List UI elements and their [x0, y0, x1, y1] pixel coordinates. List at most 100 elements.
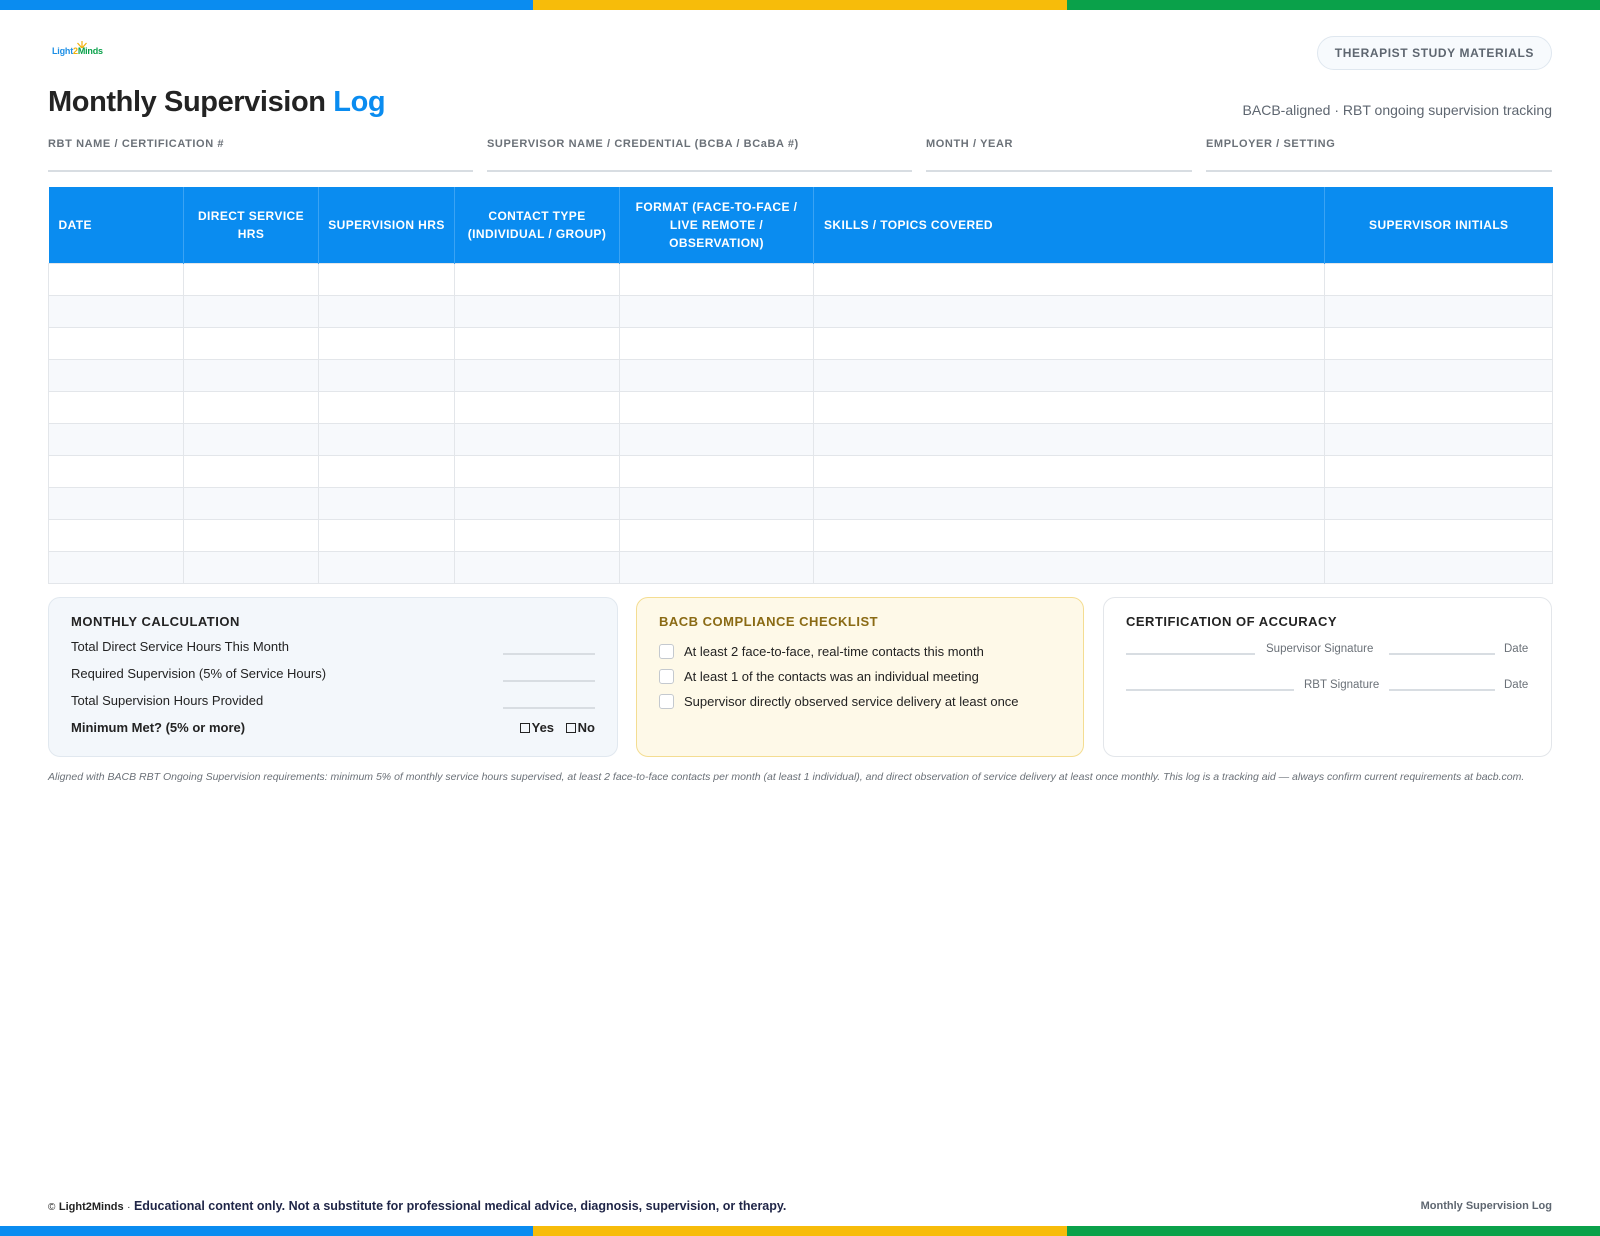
table-cell[interactable]	[1324, 454, 1553, 488]
supervisor-name-field[interactable]: SUPERVISOR NAME / CREDENTIAL (BCBA / BCa…	[487, 138, 912, 172]
table-cell[interactable]	[318, 486, 455, 520]
table-cell[interactable]	[48, 390, 184, 424]
calc-entry-line[interactable]	[503, 707, 595, 709]
table-cell[interactable]	[1324, 518, 1553, 552]
table-cell[interactable]	[48, 422, 184, 456]
checklist-item[interactable]: At least 1 of the contacts was an indivi…	[659, 664, 1061, 689]
table-cell[interactable]	[318, 326, 455, 360]
month-year-label: MONTH / YEAR	[926, 138, 1014, 150]
yes-option[interactable]: Yes	[519, 720, 554, 735]
supervisor-signature-line[interactable]	[1126, 653, 1255, 655]
table-cell[interactable]	[1324, 326, 1553, 360]
calc-entry-line[interactable]	[503, 653, 595, 655]
table-cell[interactable]	[183, 358, 319, 392]
calc-row-direct-service-total: Total Direct Service Hours This Month	[71, 639, 595, 666]
table-cell[interactable]	[1324, 294, 1553, 328]
table-cell[interactable]	[183, 262, 319, 296]
table-cell[interactable]	[454, 422, 620, 456]
table-cell[interactable]	[813, 518, 1325, 552]
checklist-item[interactable]: At least 2 face-to-face, real-time conta…	[659, 639, 1061, 664]
table-cell[interactable]	[48, 486, 184, 520]
yes-checkbox[interactable]	[519, 723, 530, 733]
table-cell[interactable]	[1324, 422, 1553, 456]
table-cell[interactable]	[813, 550, 1325, 584]
table-cell[interactable]	[183, 390, 319, 424]
rbt-date-line[interactable]	[1389, 689, 1495, 691]
table-cell[interactable]	[454, 454, 620, 488]
table-cell[interactable]	[454, 358, 620, 392]
table-cell[interactable]	[454, 390, 620, 424]
checklist-item-label: Supervisor directly observed service del…	[684, 694, 1019, 709]
table-cell[interactable]	[454, 326, 620, 360]
table-cell[interactable]	[48, 294, 184, 328]
table-cell[interactable]	[1324, 486, 1553, 520]
table-cell[interactable]	[183, 422, 319, 456]
table-cell[interactable]	[813, 390, 1325, 424]
table-cell[interactable]	[813, 294, 1325, 328]
table-cell[interactable]	[183, 326, 319, 360]
table-cell[interactable]	[318, 262, 455, 296]
rbt-name-field[interactable]: RBT NAME / CERTIFICATION #	[48, 138, 473, 172]
table-cell[interactable]	[1324, 390, 1553, 424]
table-cell[interactable]	[48, 358, 184, 392]
table-cell[interactable]	[48, 262, 184, 296]
table-cell[interactable]	[183, 294, 319, 328]
table-cell[interactable]	[318, 358, 455, 392]
calc-entry-line[interactable]	[503, 680, 595, 682]
table-cell[interactable]	[183, 486, 319, 520]
column-header-direct-service-hrs: DIRECT SERVICE HRS	[183, 187, 319, 263]
no-option[interactable]: No	[565, 720, 595, 735]
table-cell[interactable]	[183, 518, 319, 552]
column-header-contact-type: CONTACT TYPE (INDIVIDUAL / GROUP)	[454, 187, 620, 263]
table-cell[interactable]	[318, 454, 455, 488]
table-cell[interactable]	[454, 262, 620, 296]
table-cell[interactable]	[619, 390, 814, 424]
table-cell[interactable]	[813, 358, 1325, 392]
month-year-field[interactable]: MONTH / YEAR	[926, 138, 1192, 172]
table-cell[interactable]	[454, 518, 620, 552]
table-cell[interactable]	[318, 390, 455, 424]
table-cell[interactable]	[318, 550, 455, 584]
table-cell[interactable]	[619, 518, 814, 552]
table-cell[interactable]	[1324, 262, 1553, 296]
table-cell[interactable]	[454, 486, 620, 520]
table-cell[interactable]	[318, 518, 455, 552]
table-cell[interactable]	[1324, 550, 1553, 584]
table-cell[interactable]	[619, 358, 814, 392]
table-cell[interactable]	[48, 518, 184, 552]
table-cell[interactable]	[813, 486, 1325, 520]
table-cell[interactable]	[813, 422, 1325, 456]
table-cell[interactable]	[48, 454, 184, 488]
table-cell[interactable]	[619, 422, 814, 456]
table-cell[interactable]	[183, 454, 319, 488]
table-cell[interactable]	[183, 550, 319, 584]
table-cell[interactable]	[48, 326, 184, 360]
table-cell[interactable]	[619, 454, 814, 488]
table-cell[interactable]	[813, 326, 1325, 360]
table-cell[interactable]	[619, 550, 814, 584]
calc-row-label: Total Direct Service Hours This Month	[71, 639, 289, 654]
table-cell[interactable]	[619, 294, 814, 328]
checklist-item[interactable]: Supervisor directly observed service del…	[659, 689, 1061, 714]
supervisor-date-line[interactable]	[1389, 653, 1495, 655]
table-row	[48, 262, 1553, 296]
checkbox[interactable]	[659, 644, 674, 659]
table-cell[interactable]	[619, 486, 814, 520]
table-cell[interactable]	[813, 454, 1325, 488]
table-cell[interactable]	[318, 294, 455, 328]
table-cell[interactable]	[1324, 358, 1553, 392]
table-cell[interactable]	[48, 550, 184, 584]
checkbox[interactable]	[659, 669, 674, 684]
checkbox[interactable]	[659, 694, 674, 709]
table-cell[interactable]	[619, 326, 814, 360]
table-cell[interactable]	[454, 550, 620, 584]
table-cell[interactable]	[454, 294, 620, 328]
no-checkbox[interactable]	[565, 723, 576, 733]
monthly-calculation-card: MONTHLY CALCULATION Total Direct Service…	[48, 597, 618, 757]
rbt-signature-line[interactable]	[1126, 689, 1294, 691]
table-cell[interactable]	[813, 262, 1325, 296]
employer-setting-field[interactable]: EMPLOYER / SETTING	[1206, 138, 1552, 172]
table-cell[interactable]	[318, 422, 455, 456]
column-header-supervision-hrs: SUPERVISION HRS	[318, 187, 455, 263]
table-cell[interactable]	[619, 262, 814, 296]
